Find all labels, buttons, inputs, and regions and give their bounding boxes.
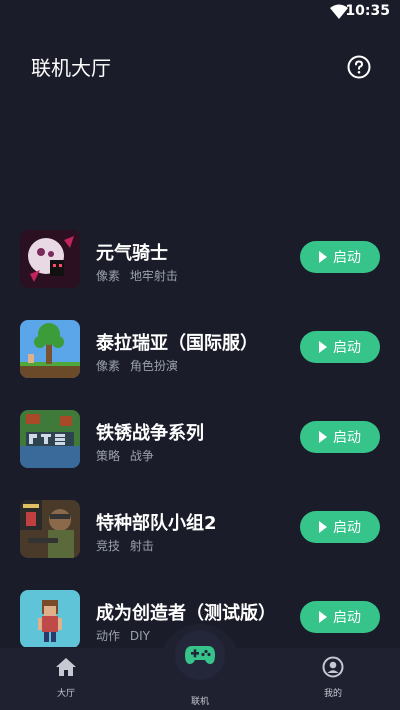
game-tag: 角色扮演 <box>129 359 178 373</box>
play-icon <box>319 251 327 263</box>
game-tag: 战争 <box>129 449 154 463</box>
start-button-label: 启动 <box>333 430 361 446</box>
game-name: 泰拉瑞亚（国际服） <box>96 333 258 354</box>
list-item[interactable]: 元气骑士 像素 地牢射击 启动 <box>0 227 400 317</box>
nav-label-lobby: 大厅 <box>56 689 75 699</box>
game-tags: 策略 战争 <box>96 447 160 464</box>
list-item[interactable]: 特种部队小组2 竞技 射击 启动 <box>0 497 400 587</box>
list-item[interactable]: 泰拉瑞亚（国际服） 像素 角色扮演 启动 <box>0 317 400 407</box>
game-tags: 像素 地牢射击 <box>96 267 184 284</box>
game-name: 元气骑士 <box>96 243 168 264</box>
game-tag: 竞技 <box>96 539 121 553</box>
start-button-label: 启动 <box>333 340 361 356</box>
start-button[interactable]: 启动 <box>300 241 380 273</box>
game-tag: 策略 <box>96 449 121 463</box>
game-name: 成为创造者（测试版） <box>96 603 276 624</box>
nav-label-online: 联机 <box>190 697 209 707</box>
creator-icon <box>20 590 80 647</box>
start-button[interactable]: 启动 <box>300 601 380 633</box>
terraria-icon <box>20 320 80 378</box>
start-button[interactable]: 启动 <box>300 421 380 453</box>
nav-item-online[interactable] <box>175 630 225 680</box>
game-tag: 像素 <box>96 359 121 373</box>
list-item[interactable]: 铁锈战争系列 策略 战争 启动 <box>0 407 400 497</box>
gamepad-icon <box>185 646 215 664</box>
rusted-warfare-icon <box>20 410 80 468</box>
start-button-label: 启动 <box>333 520 361 536</box>
bottom-nav: 大厅 联机 我的 <box>0 624 400 710</box>
game-tags: 动作 DIY <box>96 627 156 644</box>
play-icon <box>319 611 327 623</box>
game-list[interactable]: 元气骑士 像素 地牢射击 启动 泰拉瑞亚（国际服） 像素 角色扮演 启动 铁锈战… <box>0 227 400 647</box>
help-circle-icon[interactable] <box>347 55 371 79</box>
status-time: 10:35 <box>345 3 390 19</box>
nav-item-mine[interactable]: 我的 <box>293 656 373 699</box>
home-icon <box>56 658 76 676</box>
page-title: 联机大厅 <box>31 56 111 80</box>
start-button[interactable]: 启动 <box>300 511 380 543</box>
user-circle-icon <box>322 656 344 678</box>
soul-knight-icon <box>20 230 80 288</box>
play-icon <box>319 341 327 353</box>
game-tag: 像素 <box>96 269 121 283</box>
game-name: 铁锈战争系列 <box>96 423 204 444</box>
game-tags: 竞技 射击 <box>96 537 160 554</box>
game-tag: 地牢射击 <box>129 269 178 283</box>
start-button[interactable]: 启动 <box>300 331 380 363</box>
game-tag: DIY <box>129 629 150 643</box>
play-icon <box>319 521 327 533</box>
game-name: 特种部队小组2 <box>96 513 217 534</box>
status-bar: 10:35 <box>0 0 400 24</box>
start-button-label: 启动 <box>333 610 361 626</box>
game-tag: 射击 <box>129 539 154 553</box>
start-button-label: 启动 <box>333 250 361 266</box>
nav-item-lobby[interactable]: 大厅 <box>26 656 106 699</box>
special-forces-icon <box>20 500 80 558</box>
game-tags: 像素 角色扮演 <box>96 357 184 374</box>
game-tag: 动作 <box>96 629 121 643</box>
nav-label-mine: 我的 <box>323 689 342 699</box>
play-icon <box>319 431 327 443</box>
